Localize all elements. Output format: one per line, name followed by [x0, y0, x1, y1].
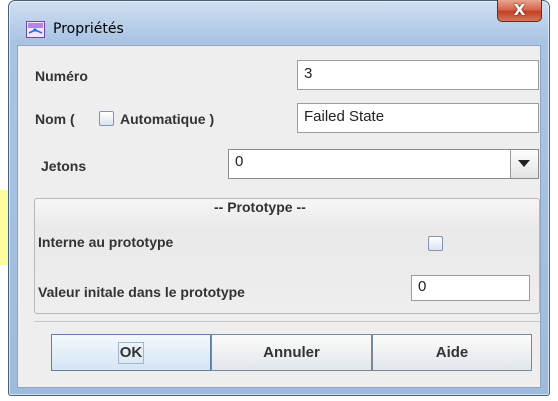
jetons-label: Jetons — [41, 158, 87, 174]
numero-label: Numéro — [35, 68, 88, 84]
ok-label: OK — [117, 342, 145, 364]
automatique-label: Automatique ) — [120, 111, 215, 127]
numero-field[interactable]: 3 — [297, 60, 539, 90]
jetons-combobox[interactable]: 0 — [228, 149, 539, 179]
prototype-title: -- Prototype -- — [214, 199, 306, 215]
close-icon: X — [513, 1, 526, 19]
chevron-down-icon — [518, 160, 530, 167]
ok-button[interactable]: OK — [51, 334, 211, 371]
window-title: Propriétés — [53, 21, 124, 37]
valeur-field[interactable]: 0 — [411, 275, 530, 301]
title-bar[interactable]: Propriétés X — [9, 0, 549, 41]
separator — [34, 321, 540, 322]
help-button[interactable]: Aide — [372, 334, 532, 371]
app-icon — [26, 21, 45, 38]
properties-dialog: Propriétés X Numéro 3 Nom ( Automatique … — [8, 0, 550, 396]
interne-label: Interne au prototype — [38, 234, 174, 250]
close-button[interactable]: X — [497, 0, 542, 22]
nom-field[interactable]: Failed State — [297, 103, 539, 133]
cancel-button[interactable]: Annuler — [211, 334, 372, 371]
valeur-label: Valeur initale dans le prototype — [38, 284, 245, 300]
interne-checkbox[interactable] — [428, 236, 443, 251]
cancel-label: Annuler — [263, 344, 320, 361]
nom-label: Nom ( — [35, 111, 75, 127]
help-label: Aide — [435, 344, 469, 361]
prototype-panel: -- Prototype -- Interne au prototype Val… — [34, 198, 540, 314]
jetons-dropdown-button[interactable] — [510, 150, 538, 178]
jetons-value: 0 — [235, 153, 244, 170]
automatique-checkbox[interactable] — [99, 111, 114, 126]
